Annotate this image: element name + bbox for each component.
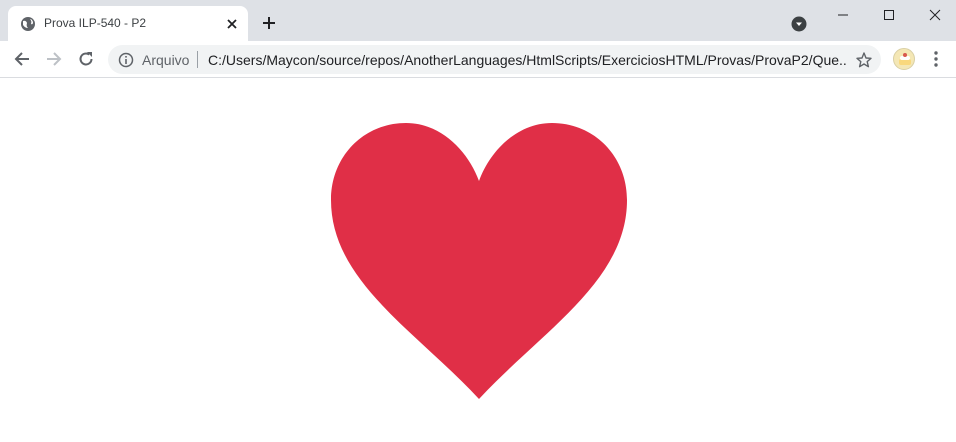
tab-active[interactable]: Prova ILP-540 - P2 <box>8 6 248 41</box>
kebab-menu-icon[interactable] <box>928 50 944 68</box>
tab-search-icon[interactable] <box>791 16 807 32</box>
star-icon[interactable] <box>855 51 873 69</box>
arrow-left-icon[interactable] <box>12 49 32 69</box>
reload-icon[interactable] <box>76 49 96 69</box>
page-content <box>0 78 956 442</box>
toolbar: Arquivo C:/Users/Maycon/source/repos/Ano… <box>0 41 956 78</box>
url-text[interactable]: C:/Users/Maycon/source/repos/AnotherLang… <box>208 52 848 68</box>
address-bar[interactable]: Arquivo C:/Users/Maycon/source/repos/Ano… <box>108 45 881 74</box>
minimize-button[interactable] <box>820 0 866 30</box>
scheme-label: Arquivo <box>142 52 190 68</box>
tab-title: Prova ILP-540 - P2 <box>44 16 147 30</box>
globe-icon <box>21 17 35 31</box>
arrow-right-icon[interactable] <box>44 49 64 69</box>
maximize-icon <box>884 10 894 20</box>
omnibox-divider <box>197 51 198 68</box>
tab-strip: Prova ILP-540 - P2 <box>0 0 956 41</box>
close-icon[interactable] <box>223 15 241 33</box>
plus-icon[interactable] <box>260 14 278 32</box>
heart-icon <box>331 123 627 399</box>
maximize-button[interactable] <box>866 0 912 30</box>
info-icon[interactable] <box>118 52 134 68</box>
profile-picture-icon <box>899 53 911 65</box>
window-close-icon <box>929 9 941 21</box>
window-close-button[interactable] <box>912 0 956 30</box>
avatar[interactable] <box>893 48 915 70</box>
minimize-icon <box>838 14 848 16</box>
